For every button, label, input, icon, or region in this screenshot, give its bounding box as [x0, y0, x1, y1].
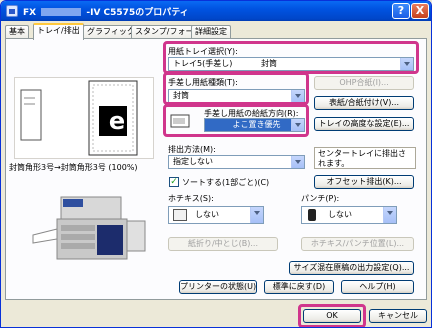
mixed-size-output-button[interactable]: サイズ混在原稿の出力設定(Q)...: [289, 261, 414, 275]
printer-illustration: [32, 196, 146, 260]
stapler-icon: [173, 209, 187, 221]
tab-tray-output[interactable]: トレイ/排出: [33, 23, 84, 40]
help-icon[interactable]: ?: [392, 3, 410, 19]
collate-checkbox[interactable]: ✓: [169, 177, 179, 187]
printer-icon: [6, 5, 18, 17]
punch-value: しない: [328, 210, 352, 219]
stapler-punch-position-button[interactable]: ホチキス/パンチ位置(L)...: [301, 237, 414, 251]
properties-dialog: FX -IV C5575のプロパティ ? X 基本 トレイ/排出 グラフィックス…: [0, 0, 432, 328]
close-icon[interactable]: X: [411, 3, 429, 19]
output-method-select[interactable]: 指定しない: [168, 155, 305, 169]
output-method-value: 指定しない: [173, 157, 213, 166]
preview-graphic: [20, 80, 138, 156]
highlight-manual-paper-type: [163, 72, 309, 105]
offset-output-button[interactable]: オフセット排出(K)...: [314, 175, 414, 189]
ohp-interleave-button[interactable]: OHP合紙(I)...: [314, 76, 414, 90]
tab-basic[interactable]: 基本: [5, 25, 29, 39]
fold-saddle-button[interactable]: 紙折り/中とじ(B)...: [168, 237, 278, 251]
output-method-label: 排出方法(M):: [168, 145, 216, 154]
collate-label: ソートする(1部ごと)(C): [182, 178, 270, 187]
punch-label: パンチ(P):: [301, 194, 340, 203]
stapler-label: ホチキス(S):: [168, 194, 214, 203]
chevron-down-icon: [250, 207, 263, 223]
window-title: FX -IV C5575のプロパティ: [23, 5, 189, 18]
center-tray-note: センタートレイに排出されます。: [314, 147, 416, 169]
title-suffix: -IV C5575のプロパティ: [86, 8, 189, 18]
page-preview: e: [14, 77, 154, 159]
punch-icon: [308, 209, 316, 221]
chevron-down-icon: [383, 207, 396, 223]
redacted-printer-name: [41, 8, 82, 16]
help-button[interactable]: ヘルプ(H): [341, 280, 414, 294]
stapler-select[interactable]: しない: [168, 206, 264, 224]
title-bar[interactable]: FX -IV C5575のプロパティ ? X: [1, 1, 431, 21]
stapler-value: しない: [195, 210, 219, 219]
chevron-down-icon: [291, 156, 304, 168]
highlight-feed-direction: [163, 104, 309, 137]
punch-select[interactable]: しない: [301, 206, 397, 224]
printer-status-button[interactable]: プリンターの状態(U): [179, 280, 257, 294]
highlight-paper-tray: [163, 41, 419, 74]
highlight-ok: [298, 304, 366, 327]
preview-letter: e: [108, 107, 126, 135]
cancel-button[interactable]: キャンセル: [369, 309, 427, 323]
tray-advanced-button[interactable]: トレイの高度な設定(E)...: [314, 117, 414, 131]
cover-sheets-button[interactable]: 表紙/合紙付け(V)...: [314, 96, 414, 110]
title-prefix: FX: [23, 8, 37, 18]
restore-defaults-button[interactable]: 標準に戻す(D): [264, 280, 334, 294]
tab-advanced[interactable]: 詳細設定: [191, 25, 231, 39]
preview-caption: 封筒角形3号→封筒角形3号 (100%): [9, 163, 138, 172]
